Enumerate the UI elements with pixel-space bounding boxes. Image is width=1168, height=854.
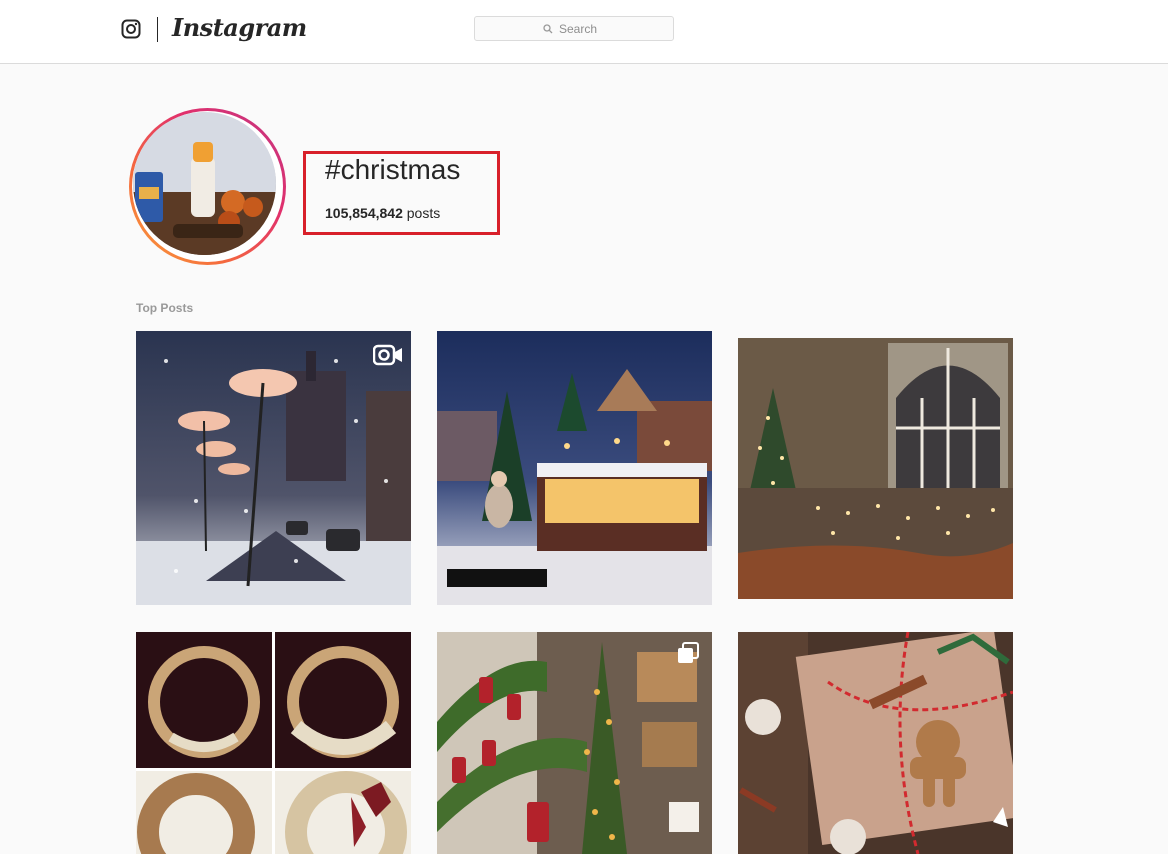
post-tile-5[interactable]	[437, 632, 712, 854]
post-tile-1[interactable]	[136, 331, 411, 605]
top-nav: Instagram	[0, 0, 1168, 64]
post-tile-2[interactable]	[437, 331, 712, 605]
post-count: 105,854,842 posts	[325, 205, 440, 221]
carousel-icon	[678, 642, 699, 663]
search-icon	[543, 23, 553, 33]
top-posts-label: Top Posts	[136, 301, 194, 315]
post-tile-3[interactable]	[738, 338, 1013, 599]
hashtag-avatar-image	[133, 112, 276, 255]
post-tile-4[interactable]	[136, 632, 411, 854]
search-box[interactable]	[474, 16, 674, 41]
search-input[interactable]	[559, 21, 605, 36]
instagram-glyph-icon[interactable]	[121, 19, 141, 39]
post-count-suffix: posts	[402, 205, 441, 221]
post-tile-6[interactable]	[738, 632, 1013, 854]
instagram-wordmark[interactable]: Instagram	[172, 13, 307, 42]
hashtag-avatar[interactable]	[129, 108, 286, 265]
post-count-number: 105,854,842	[325, 205, 403, 221]
video-icon	[373, 344, 402, 366]
hashtag-title: #christmas	[325, 154, 461, 185]
nav-divider	[157, 17, 158, 42]
